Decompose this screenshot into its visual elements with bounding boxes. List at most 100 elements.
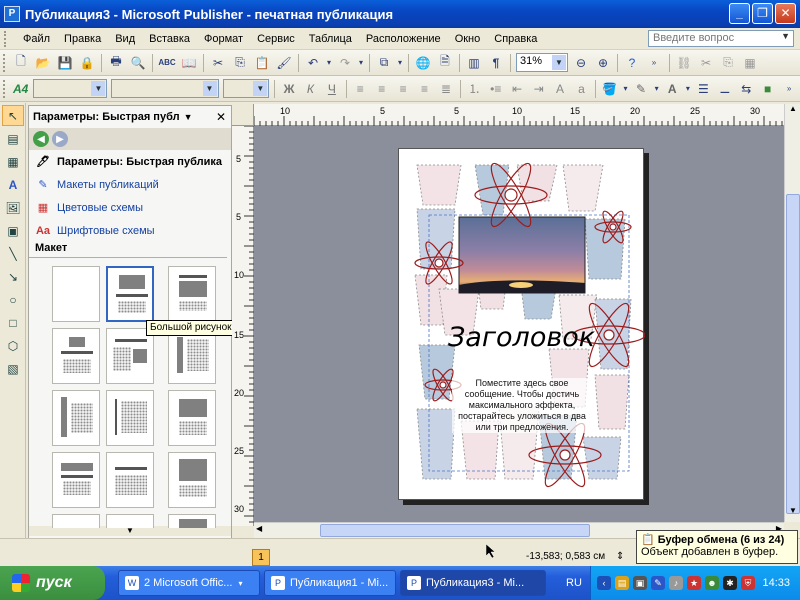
underline-button[interactable]: Ч [322, 79, 341, 99]
link-icon[interactable]: ⛓ [674, 53, 694, 73]
close-button[interactable]: ✕ [775, 3, 796, 24]
autoshapes-icon[interactable]: ⬡ [2, 335, 24, 356]
dash-style-icon[interactable]: ⚊ [715, 79, 734, 99]
layout-thumb-blank[interactable] [52, 266, 100, 322]
layout-thumb-vertical-picture[interactable] [52, 390, 100, 446]
print-preview-icon[interactable]: 🔍 [128, 53, 148, 73]
paste-icon[interactable]: 📋 [252, 53, 272, 73]
system-clock[interactable]: 14:33 [762, 577, 790, 589]
insert-table-icon[interactable]: ▦ [2, 151, 24, 172]
network-icon[interactable]: ▣ [633, 576, 647, 590]
bring-forward-icon[interactable]: ⧉ [374, 53, 394, 73]
taskpane-item-color-schemes[interactable]: ▦ Цветовые схемы [29, 196, 231, 219]
chevron-down-icon[interactable]: ▾ [684, 79, 692, 99]
cut-icon[interactable]: ✂ [208, 53, 228, 73]
rectangle-icon[interactable]: □ [2, 312, 24, 333]
scroll-up-icon[interactable]: ▲ [786, 104, 800, 118]
help-search-input[interactable]: Введите вопрос ▼ [648, 30, 794, 47]
menu-format[interactable]: Формат [197, 31, 250, 47]
increase-indent-icon[interactable]: ⇥ [529, 79, 548, 99]
layout-thumb-picture-middle[interactable] [168, 390, 216, 446]
text-box-icon[interactable]: ▤ [2, 128, 24, 149]
spider-icon[interactable]: ✱ [723, 576, 737, 590]
paragraph-marks-icon[interactable]: ¶ [486, 53, 506, 73]
grid-icon[interactable]: ▦ [740, 53, 760, 73]
font-grow-icon[interactable]: A [550, 79, 569, 99]
menu-file[interactable]: Файл [16, 31, 57, 47]
chevron-down-icon[interactable]: ▾ [357, 53, 365, 73]
redo-icon[interactable]: ↷ [335, 53, 355, 73]
design-gallery-icon[interactable]: ▧ [2, 358, 24, 379]
zoom-in-icon[interactable]: ⊕ [593, 53, 613, 73]
scroll-left-icon[interactable]: ◀ [256, 524, 262, 533]
horizontal-ruler[interactable]: 10 5 5 10 15 20 25 30 [254, 104, 784, 126]
toolbar-options-icon[interactable]: » [779, 79, 798, 99]
menu-insert[interactable]: Вставка [142, 31, 197, 47]
select-pointer-icon[interactable]: ↖ [2, 105, 24, 126]
bold-button[interactable]: Ж [279, 79, 298, 99]
distribute-icon[interactable]: ≣ [436, 79, 455, 99]
help-icon[interactable]: ? [622, 53, 642, 73]
window-titlebar[interactable]: P Публикация3 - Microsoft Publisher - пе… [0, 0, 800, 28]
close-icon[interactable]: ✕ [216, 110, 226, 124]
volume-icon[interactable]: ♪ [669, 576, 683, 590]
chevron-down-icon[interactable]: ▾ [325, 53, 333, 73]
arrow-style-icon[interactable]: ⇆ [737, 79, 756, 99]
italic-button[interactable]: К [301, 79, 320, 99]
layout-thumb-text-columns[interactable] [106, 390, 154, 446]
layout-thumb-row5-b[interactable] [106, 514, 154, 528]
menu-window[interactable]: Окно [448, 31, 488, 47]
layout-thumb-text-picture-right[interactable] [106, 328, 154, 384]
menubar-grip-handle[interactable] [4, 30, 12, 47]
menu-tools[interactable]: Сервис [250, 31, 302, 47]
ruler-corner[interactable] [232, 104, 254, 126]
taskbar-task-word[interactable]: W 2 Microsoft Offic... ▾ [118, 570, 260, 596]
clip-organizer-icon[interactable]: ▣ [2, 220, 24, 241]
align-left-icon[interactable]: ≡ [351, 79, 370, 99]
styles-icon[interactable]: A4 [11, 79, 30, 99]
layout-thumb-picture-header[interactable] [168, 266, 216, 322]
layout-thumb-text-only[interactable] [106, 452, 154, 508]
horizontal-scroll-thumb[interactable] [320, 524, 590, 537]
pen-icon[interactable]: ✎ [651, 576, 665, 590]
format-painter-icon[interactable]: 🖌 [274, 53, 294, 73]
line-style-icon[interactable]: ☰ [694, 79, 713, 99]
cut-icon[interactable]: ✂ [696, 53, 716, 73]
vertical-scroll-thumb[interactable] [786, 194, 800, 514]
taskpane-item-publication-designs[interactable]: ✎ Макеты публикаций [29, 173, 231, 196]
line-color-icon[interactable]: ✎ [631, 79, 650, 99]
taskbar-task-publication1[interactable]: P Публикация1 - Mi... [264, 570, 396, 596]
bullets-icon[interactable]: •≡ [486, 79, 505, 99]
copy-icon[interactable]: ⎘ [230, 53, 250, 73]
chevron-down-icon[interactable]: ▾ [653, 79, 661, 99]
taskpane-item-quick-publication[interactable]: 🖊 Параметры: Быстрая публика [29, 150, 231, 173]
decrease-indent-icon[interactable]: ⇤ [507, 79, 526, 99]
arrow-icon[interactable]: ↘ [2, 266, 24, 287]
layout-thumb-small-picture[interactable] [52, 328, 100, 384]
font-color-icon[interactable]: A [663, 79, 682, 99]
toolbar-grip-handle[interactable] [3, 53, 7, 72]
font-size-select[interactable]: ▼ [222, 79, 270, 98]
taskpane-header[interactable]: Параметры: Быстрая публ ▼ ✕ [29, 106, 231, 128]
page-navigator-button[interactable]: 1 [252, 549, 270, 566]
menu-view[interactable]: Вид [108, 31, 142, 47]
toolbar-grip-handle[interactable] [3, 79, 7, 98]
print-icon[interactable]: 🖶 [106, 53, 126, 73]
chevron-down-icon[interactable]: ▼ [253, 81, 268, 96]
back-arrow-icon[interactable]: ◀ [33, 131, 49, 147]
oval-icon[interactable]: ○ [2, 289, 24, 310]
picture-frame-icon[interactable]: 🖼 [2, 197, 24, 218]
permission-icon[interactable]: 🔒 [77, 53, 97, 73]
layout-thumb-wide-picture[interactable] [52, 452, 100, 508]
toolbar-options-icon[interactable]: » [644, 53, 664, 73]
zoom-out-icon[interactable]: ⊖ [571, 53, 591, 73]
fill-color-icon[interactable]: 🪣 [600, 79, 619, 99]
menu-help[interactable]: Справка [487, 31, 544, 47]
save-icon[interactable]: 💾 [55, 53, 75, 73]
chevron-down-icon[interactable]: ▾ [396, 53, 404, 73]
tray-expand-icon[interactable]: ‹ [597, 576, 611, 590]
publication-headline[interactable]: Заголовок [448, 322, 608, 353]
layout-thumb-row5-a[interactable] [52, 514, 100, 528]
align-right-icon[interactable]: ≡ [393, 79, 412, 99]
wordart-icon[interactable]: A [2, 174, 24, 195]
